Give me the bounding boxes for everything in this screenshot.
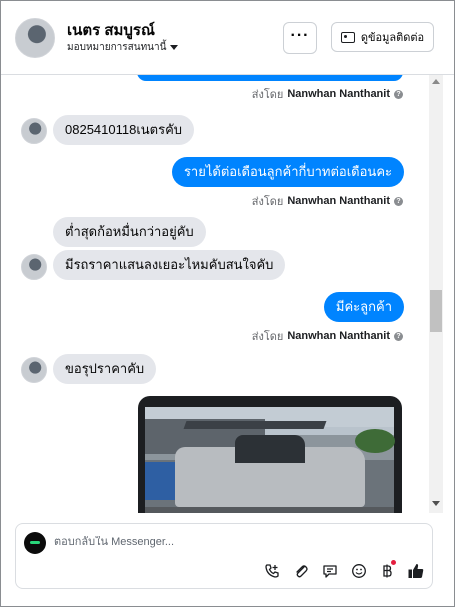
- page-avatar: [24, 532, 46, 554]
- message-bubble-outgoing[interactable]: [137, 75, 403, 81]
- scroll-down-arrow-icon[interactable]: [432, 501, 440, 506]
- message-bubble-incoming[interactable]: ต่ำสุดก้อหมื่นกว่าอยู่คับ: [53, 217, 206, 247]
- ellipsis-icon: ···: [290, 27, 310, 44]
- view-contact-info-button[interactable]: ดูข้อมูลติดต่อ: [331, 22, 434, 52]
- thumbs-up-icon[interactable]: [407, 562, 425, 580]
- chat-bubble-icon[interactable]: [321, 562, 339, 580]
- conversation-header: เนตร สมบูรณ์ มอบหมายการสนทนานี้ ··· ดูข้…: [1, 1, 454, 75]
- assign-conversation-dropdown[interactable]: มอบหมายการสนทนานี้: [67, 40, 179, 55]
- photo-attachment[interactable]: [138, 396, 402, 513]
- help-circle-icon[interactable]: ?: [394, 89, 403, 99]
- message-thread[interactable]: ส่งโดย Nanwhan Nanthanit ? 0825410118เนต…: [1, 75, 429, 513]
- reply-input[interactable]: [54, 536, 354, 548]
- notification-dot: [391, 560, 396, 565]
- more-options-button[interactable]: ···: [283, 22, 317, 54]
- sent-by-line: ส่งโดย Nanwhan Nanthanit ?: [252, 327, 403, 345]
- assign-label: มอบหมายการสนทนานี้: [67, 42, 167, 53]
- baht-icon[interactable]: [378, 560, 396, 580]
- help-circle-icon[interactable]: ?: [394, 196, 403, 206]
- message-composer: [15, 523, 433, 589]
- sent-by-line: ส่งโดย Nanwhan Nanthanit ?: [252, 85, 403, 103]
- message-bubble-incoming[interactable]: ขอรุปราคาคับ: [53, 354, 157, 384]
- avatar[interactable]: [21, 118, 47, 144]
- message-bubble-incoming[interactable]: มีรถราคาแสนลงเยอะไหมคับสนใจคับ: [53, 250, 286, 280]
- smiley-icon[interactable]: [350, 562, 368, 580]
- scrollbar-thumb[interactable]: [430, 290, 442, 332]
- contact-card-icon: [340, 31, 355, 43]
- message-bubble-outgoing[interactable]: รายได้ต่อเดือนลูกค้ากี่บาทต่อเดือนคะ: [171, 157, 404, 187]
- chevron-down-icon: [170, 45, 179, 50]
- avatar[interactable]: [15, 18, 55, 58]
- contact-name[interactable]: เนตร สมบูรณ์: [67, 18, 155, 42]
- message-bubble-outgoing[interactable]: มีค่ะลูกค้า: [323, 292, 404, 322]
- sent-by-line: ส่งโดย Nanwhan Nanthanit ?: [252, 192, 403, 210]
- message-bubble-incoming[interactable]: 0825410118เนตรคับ: [53, 115, 195, 145]
- avatar[interactable]: [21, 357, 47, 383]
- phone-plus-icon[interactable]: [263, 562, 281, 580]
- scroll-up-arrow-icon[interactable]: [432, 79, 440, 84]
- avatar[interactable]: [21, 254, 47, 280]
- view-contact-info-label: ดูข้อมูลติดต่อ: [360, 32, 425, 44]
- help-circle-icon[interactable]: ?: [394, 331, 403, 341]
- paperclip-icon[interactable]: [292, 562, 310, 580]
- inbox-conversation-panel: เนตร สมบูรณ์ มอบหมายการสนทนานี้ ··· ดูข้…: [0, 0, 455, 607]
- pickup-truck-photo[interactable]: [145, 407, 395, 513]
